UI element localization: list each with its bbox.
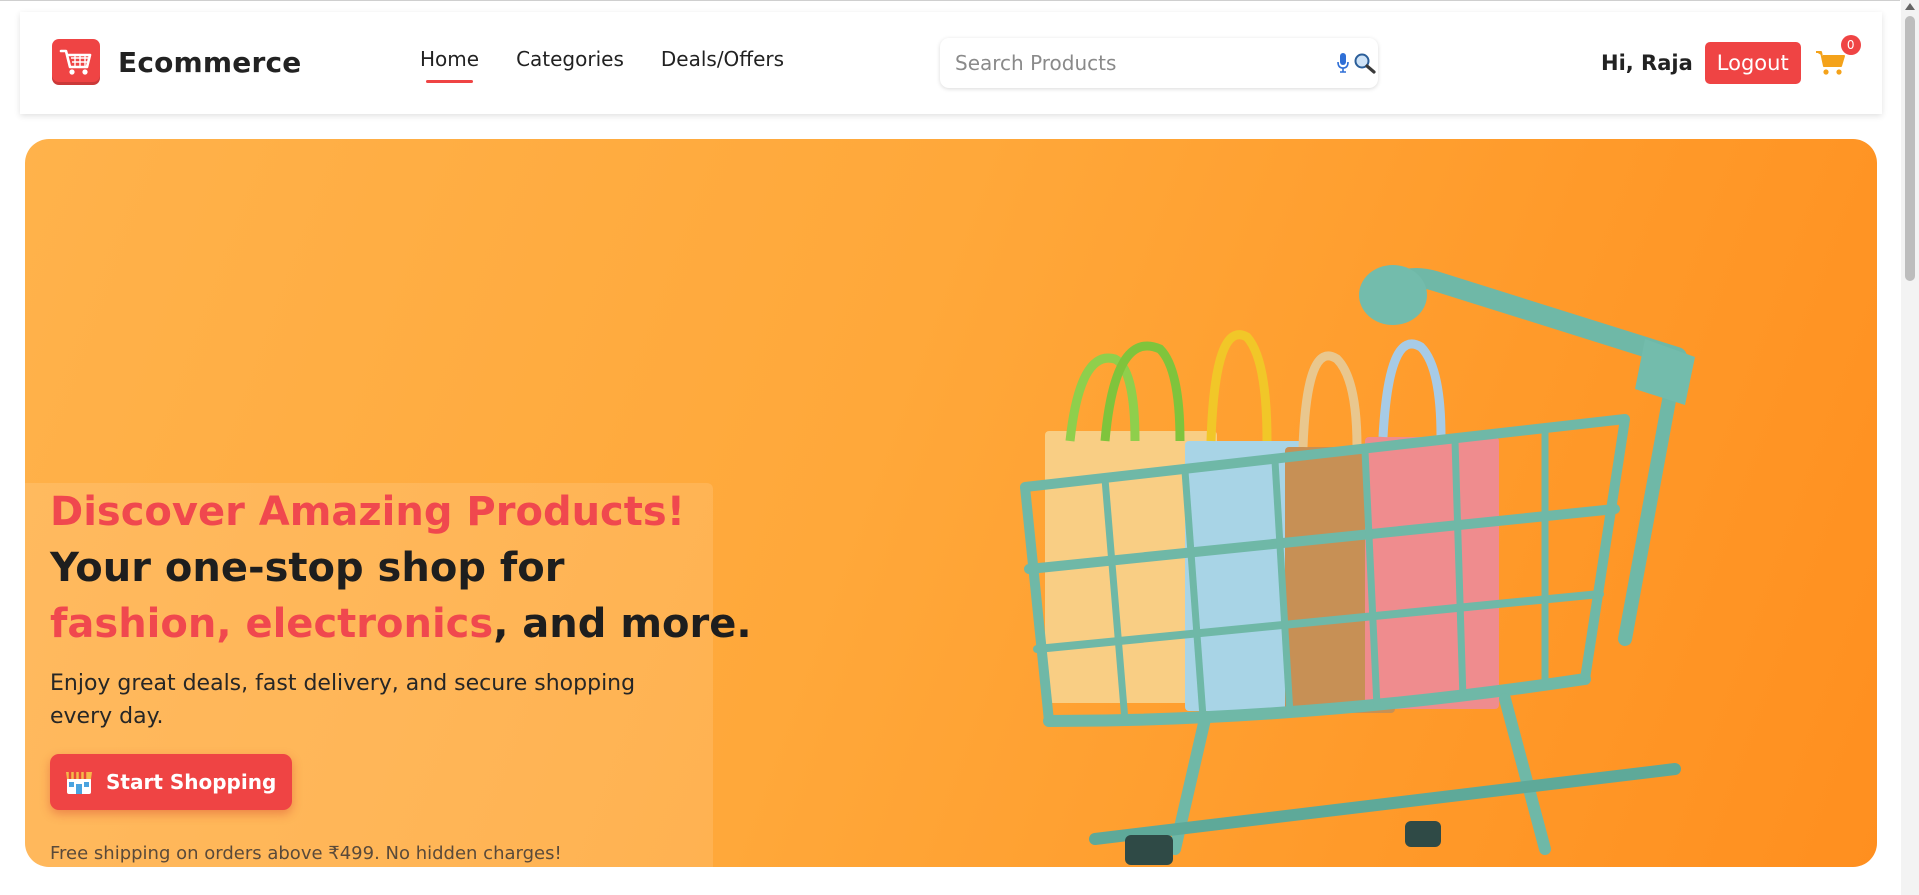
cart-icon xyxy=(1815,51,1847,81)
nav-link-categories[interactable]: Categories xyxy=(516,47,624,71)
start-shopping-button[interactable]: Start Shopping xyxy=(50,754,293,810)
logout-button[interactable]: Logout xyxy=(1704,42,1801,84)
scroll-up-arrow-icon[interactable] xyxy=(1905,3,1915,10)
shopping-cart-icon xyxy=(52,39,100,85)
user-area: Hi, Raja Logout 0 xyxy=(1601,35,1861,84)
user-greeting: Hi, Raja xyxy=(1601,51,1693,75)
microphone-icon[interactable] xyxy=(1336,52,1350,78)
hero-title-line1: Discover Amazing Products! xyxy=(50,489,685,535)
shipping-note: Free shipping on orders above ₹499. No h… xyxy=(50,843,562,864)
window-top-border xyxy=(0,0,1900,1)
hero-banner: Discover Amazing Products! Your one-stop… xyxy=(25,139,1877,867)
store-icon xyxy=(64,768,94,796)
cart-count-badge: 0 xyxy=(1840,35,1861,55)
nav-link-home[interactable]: Home xyxy=(420,47,479,83)
shopping-cart-illustration xyxy=(1020,265,1695,865)
brand-name: Ecommerce xyxy=(118,45,302,79)
search-icon[interactable] xyxy=(1353,52,1377,78)
hero-title-line3: , and more. xyxy=(493,601,752,647)
brand-logo[interactable]: Ecommerce xyxy=(52,39,302,85)
search-input[interactable] xyxy=(953,50,1317,76)
hero-title: Discover Amazing Products! Your one-stop… xyxy=(50,484,752,652)
nav-link-deals-offers[interactable]: Deals/Offers xyxy=(661,47,784,71)
hero-description: Enjoy great deals, fast delivery, and se… xyxy=(50,671,636,729)
hero-title-line2: Your one-stop shop for xyxy=(50,545,565,591)
cart-button[interactable]: 0 xyxy=(1815,35,1861,81)
search-box xyxy=(940,38,1378,88)
navbar: Ecommerce Home Categories Deals/Offers H… xyxy=(20,12,1882,114)
page-scrollbar[interactable] xyxy=(1901,0,1919,895)
scroll-thumb[interactable] xyxy=(1905,16,1915,281)
hero-title-highlight: fashion, electronics xyxy=(50,601,494,647)
start-shopping-label: Start Shopping xyxy=(106,770,277,794)
main-nav: Home Categories Deals/Offers xyxy=(420,47,821,83)
